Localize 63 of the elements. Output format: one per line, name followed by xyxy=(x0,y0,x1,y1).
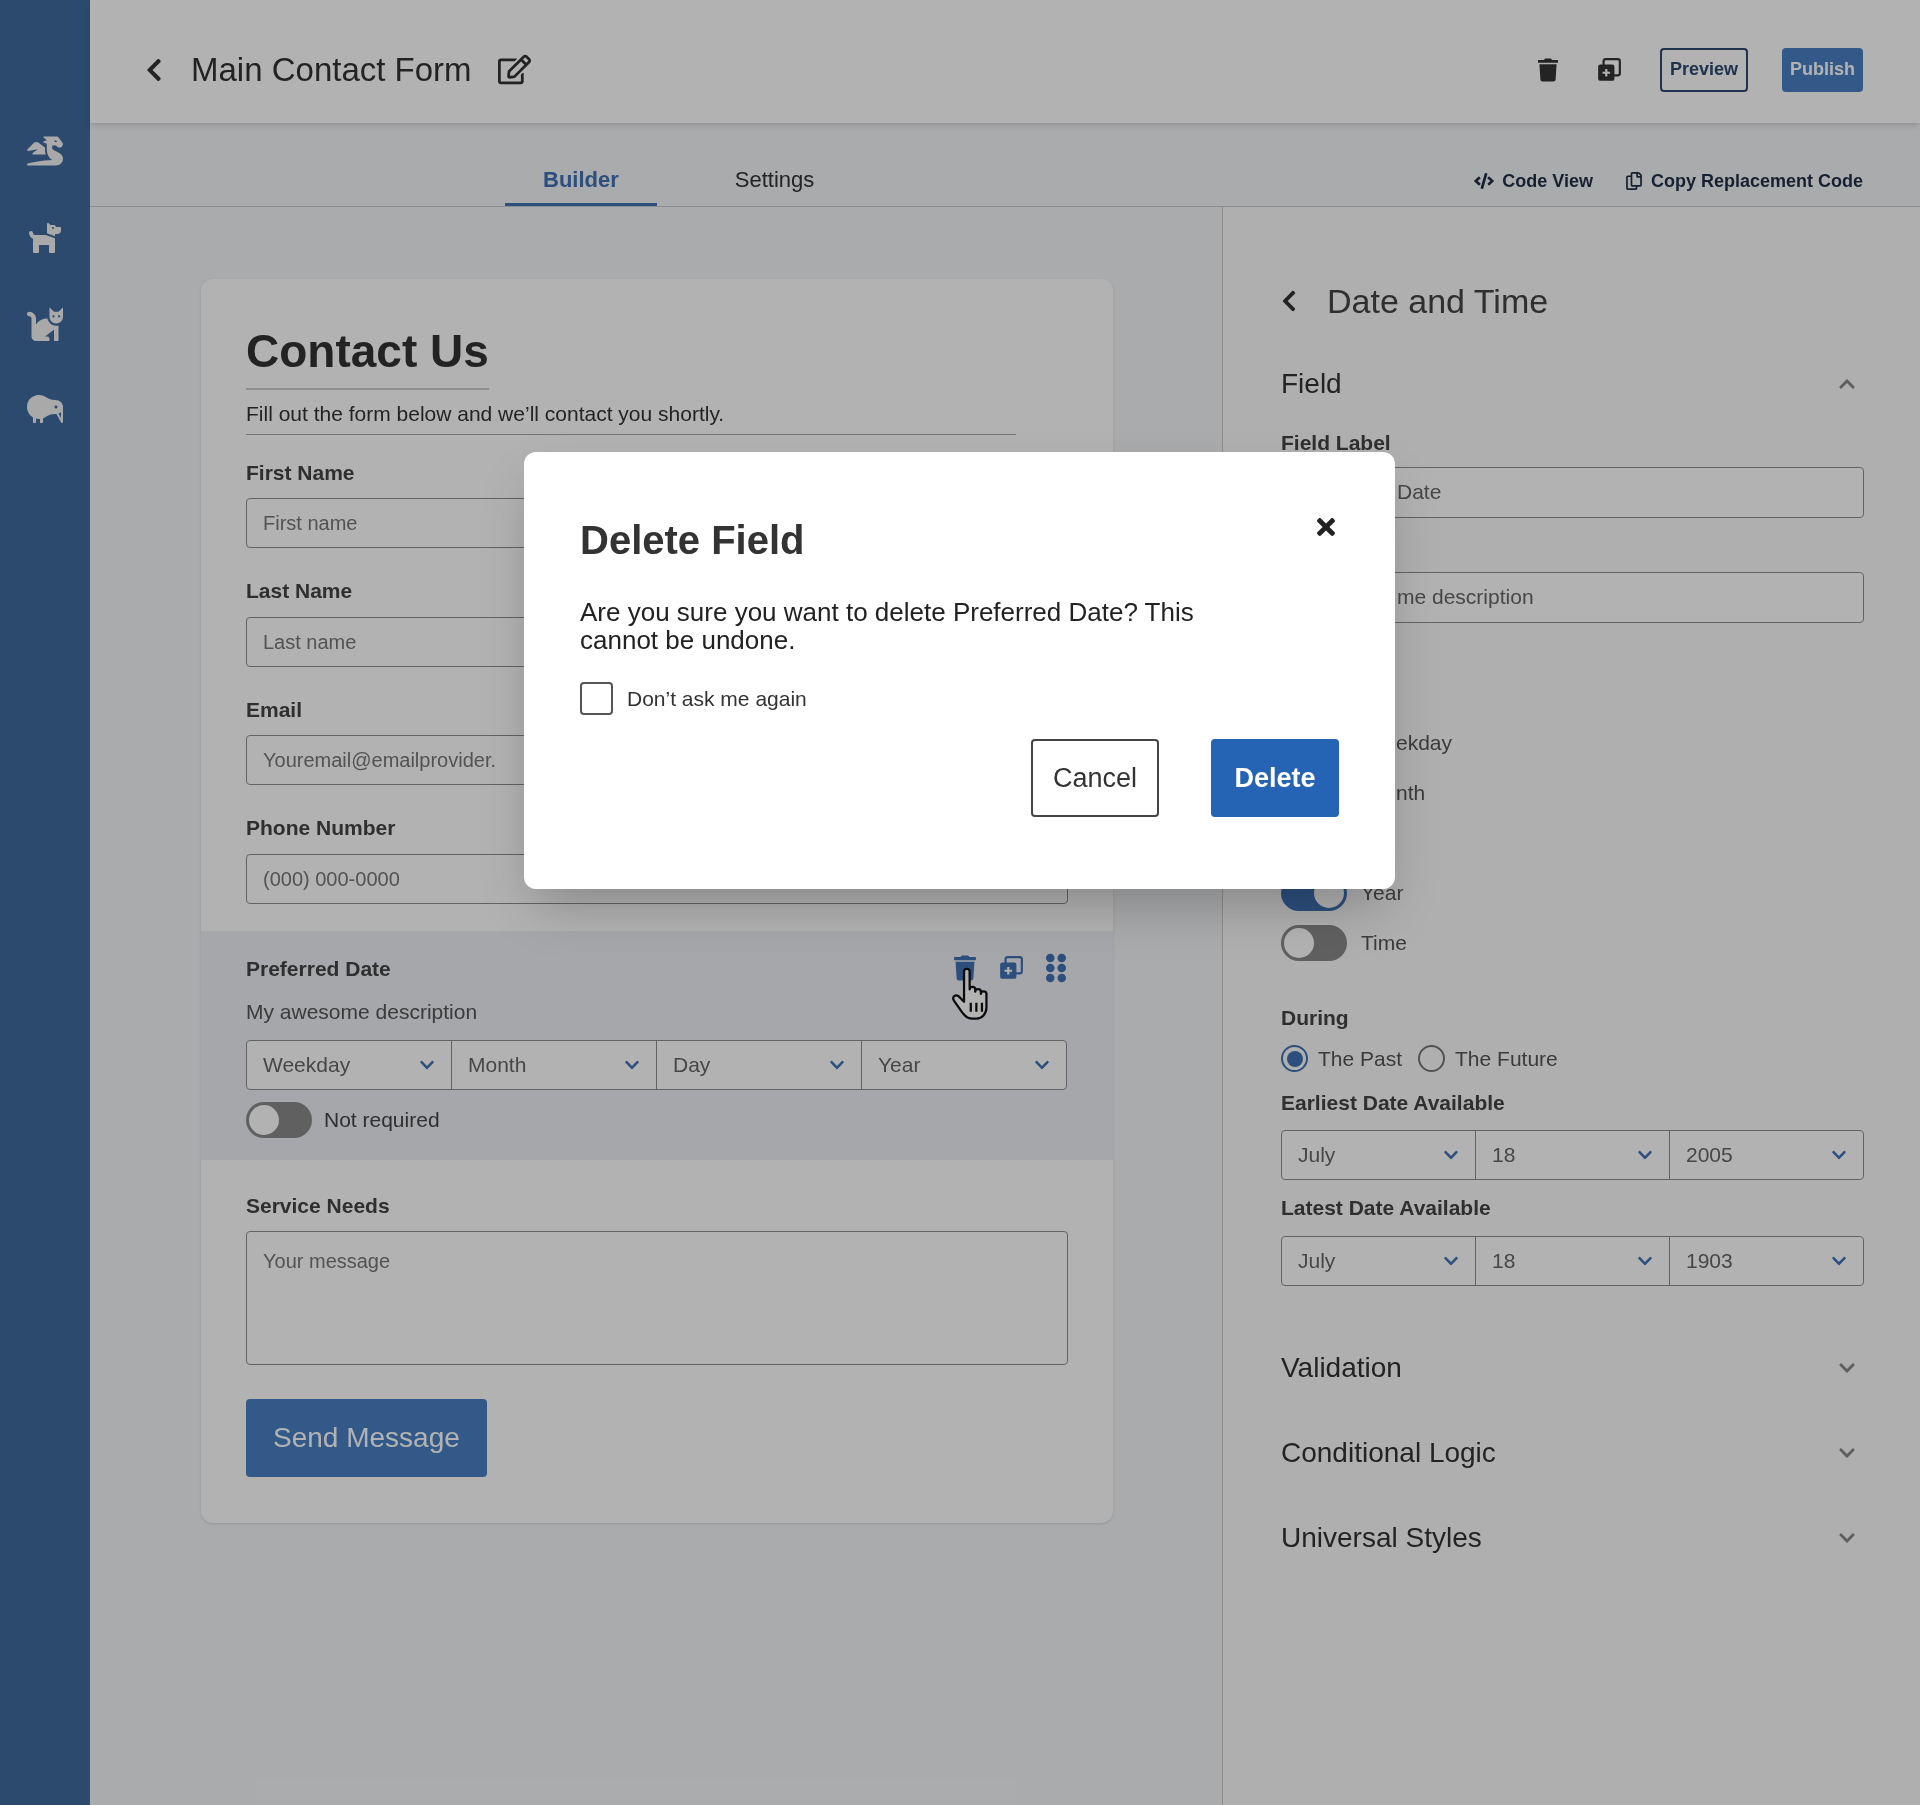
message-textarea[interactable]: Your message xyxy=(246,1231,1068,1365)
field-label: Last Name xyxy=(246,578,353,604)
delete-button[interactable]: Delete xyxy=(1211,739,1339,817)
dropdown-select[interactable]: 18 xyxy=(1475,1235,1670,1286)
edit-icon[interactable] xyxy=(497,53,531,86)
copy-icon xyxy=(1624,172,1643,190)
selected-field-area[interactable]: Preferred Date My awesome description Weekday Month Day Year Not required xyxy=(201,930,1113,1160)
tab[interactable]: Builder xyxy=(505,156,657,206)
dropdown-select[interactable]: Weekday xyxy=(246,1039,452,1090)
dropdown-select[interactable]: 18 xyxy=(1475,1130,1670,1180)
dialog-message: Are you sure you want to delete Preferred Date? This cannot be undone. xyxy=(580,598,1195,654)
send-message-button[interactable]: Send Message xyxy=(246,1399,487,1477)
dialog-title: Delete Field xyxy=(580,517,805,564)
field-label: During xyxy=(1281,1004,1350,1031)
section-title[interactable]: Conditional Logic xyxy=(1281,1432,1496,1474)
section-title[interactable]: Validation xyxy=(1281,1347,1402,1389)
radio-label: The Future xyxy=(1455,1046,1558,1072)
dropdown-select[interactable]: July xyxy=(1281,1130,1476,1180)
back-icon[interactable] xyxy=(1281,289,1297,313)
dropdown-select[interactable]: Month xyxy=(451,1039,657,1090)
code-view-link[interactable]: Code View xyxy=(1474,167,1593,195)
form-heading: Contact Us xyxy=(246,317,489,390)
form-title: Main Contact Form xyxy=(191,49,472,90)
delete-icon[interactable] xyxy=(1537,57,1558,82)
toggle-label: Time xyxy=(1361,929,1407,956)
radio-button[interactable] xyxy=(1281,1045,1308,1073)
field-label: First Name xyxy=(246,459,355,486)
drag-handle-icon[interactable] xyxy=(1046,953,1066,984)
field-label: Phone Number xyxy=(246,815,396,841)
cat-icon[interactable] xyxy=(27,305,63,341)
radio-button[interactable] xyxy=(1418,1045,1446,1073)
publish-button[interactable]: Publish xyxy=(1782,47,1863,92)
field-label: Field Label xyxy=(1281,430,1391,456)
field-description: My awesome description xyxy=(246,999,479,1025)
dropdown-select[interactable]: 1903 xyxy=(1669,1235,1864,1286)
checkbox[interactable] xyxy=(580,682,613,715)
radio-label: The Past xyxy=(1318,1046,1403,1072)
toggle-label: ekday xyxy=(1395,729,1453,756)
back-icon[interactable] xyxy=(145,56,163,83)
panel-title: Date and Time xyxy=(1327,280,1549,322)
field-label: Earliest Date Available xyxy=(1281,1089,1506,1116)
section-title[interactable]: Universal Styles xyxy=(1281,1517,1482,1559)
dropdown-select[interactable]: Day xyxy=(656,1039,862,1090)
duplicate-icon[interactable] xyxy=(1595,56,1622,83)
dropdown-select[interactable]: 2005 xyxy=(1669,1130,1864,1180)
preview-button[interactable]: Preview xyxy=(1659,47,1748,92)
field-label: Latest Date Available xyxy=(1281,1195,1492,1221)
dropdown-select[interactable]: July xyxy=(1281,1235,1476,1286)
tab[interactable]: Settings xyxy=(696,156,853,206)
cancel-button[interactable]: Cancel xyxy=(1031,739,1159,817)
checkbox-label: Don’t ask me again xyxy=(627,685,807,712)
form-description: Fill out the form below and we’ll contact you shortly. xyxy=(246,390,1016,435)
field-label: Email xyxy=(246,696,303,723)
toggle-label: Not required xyxy=(324,1106,440,1133)
toggle-switch[interactable] xyxy=(1281,924,1347,961)
copy-code-link[interactable]: Copy Replacement Code xyxy=(1624,167,1863,195)
duplicate-icon[interactable] xyxy=(998,955,1024,982)
toggle-switch[interactable] xyxy=(246,1101,312,1138)
field-label: Service Needs xyxy=(246,1192,390,1219)
dropdown-select[interactable]: Year xyxy=(861,1039,1067,1090)
code-icon xyxy=(1474,171,1495,191)
section-title: Field xyxy=(1281,367,1342,401)
field-label: Preferred Date xyxy=(246,955,391,982)
